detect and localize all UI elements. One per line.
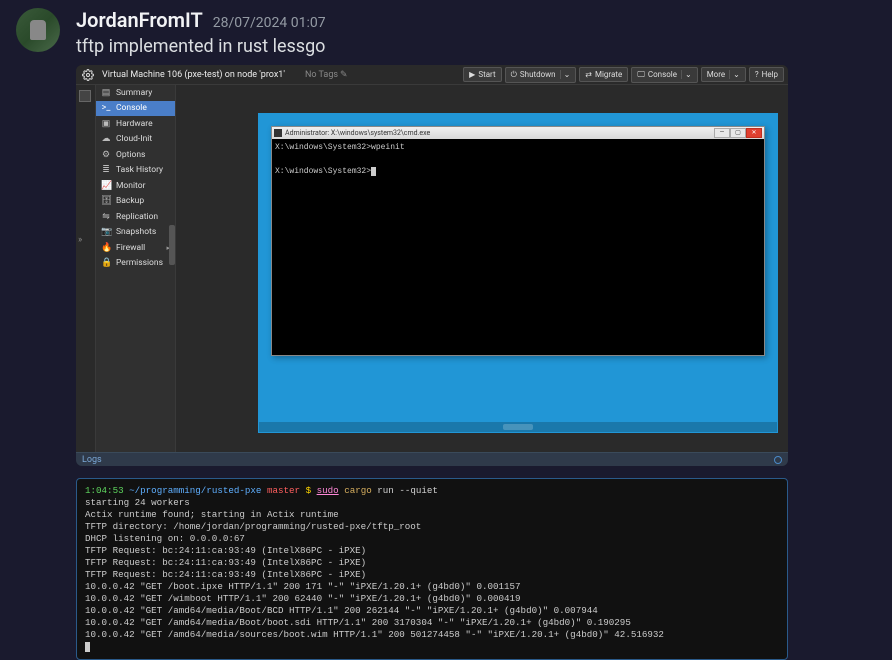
term-dollar: $ bbox=[306, 485, 312, 496]
chart-icon: 📈 bbox=[101, 181, 111, 191]
cmd-icon bbox=[274, 129, 282, 137]
migrate-button[interactable]: ⇄ Migrate bbox=[579, 67, 628, 82]
minimize-button[interactable]: — bbox=[714, 128, 730, 138]
pve-main-panel: Administrator: X:\windows\system32\cmd.e… bbox=[176, 85, 788, 452]
pve-body: » ▤ Summary >_ Console ▣ Hardware ☁ Cloud-Init ⚙… bbox=[76, 85, 788, 452]
term-branch: master bbox=[267, 485, 300, 496]
windows-taskbar[interactable] bbox=[259, 422, 777, 432]
tree-arrow-icon[interactable]: » bbox=[78, 235, 92, 245]
repl-icon: ⇋ bbox=[101, 212, 111, 222]
sidebar-item-cloud-init[interactable]: ☁ Cloud-Init bbox=[96, 132, 175, 148]
attachment-terminal-output[interactable]: 1:04:53 ~/programming/rusted-pxe master … bbox=[76, 478, 788, 659]
sidebar-item-task-history[interactable]: ≣ Task History bbox=[96, 163, 175, 179]
sidebar-item-label: Task History bbox=[116, 165, 163, 175]
sidebar-item-label: Replication bbox=[116, 212, 158, 222]
cmd-output[interactable]: X:\windows\System32>wpeinit X:\windows\S… bbox=[272, 139, 764, 355]
vnc-console[interactable]: Administrator: X:\windows\system32\cmd.e… bbox=[258, 113, 778, 433]
pve-topbar: Virtual Machine 106 (pxe-test) on node '… bbox=[76, 65, 788, 85]
cmd-cursor bbox=[371, 167, 376, 176]
pve-collapse-column: » bbox=[76, 85, 96, 452]
message-content: JordanFromIT 28/07/2024 01:07 tftp imple… bbox=[76, 8, 876, 660]
term-icon: >_ bbox=[101, 103, 111, 113]
sidebar-item-snapshots[interactable]: 📷 Snapshots bbox=[96, 225, 175, 241]
sidebar-item-label: Monitor bbox=[116, 181, 145, 191]
cloud-icon: ☁ bbox=[101, 134, 111, 144]
sidebar-item-label: Summary bbox=[116, 88, 152, 98]
cmd-window: Administrator: X:\windows\system32\cmd.e… bbox=[271, 126, 765, 356]
console-button[interactable]: 🖵 Console⌄ bbox=[631, 67, 698, 83]
vm-tags[interactable]: No Tags ✎ bbox=[305, 70, 348, 80]
vm-title: Virtual Machine 106 (pxe-test) on node '… bbox=[102, 70, 285, 80]
file-icon: ▤ bbox=[101, 88, 111, 98]
avatar[interactable] bbox=[16, 8, 60, 52]
cmd-titlebar[interactable]: Administrator: X:\windows\system32\cmd.e… bbox=[272, 127, 764, 139]
sidebar-item-backup[interactable]: 🗄 Backup bbox=[96, 194, 175, 210]
term-time: 1:04:53 bbox=[85, 485, 124, 496]
pencil-icon[interactable]: ✎ bbox=[340, 70, 348, 80]
help-button[interactable]: ? Help bbox=[749, 67, 784, 82]
logs-circle-icon[interactable] bbox=[774, 456, 782, 464]
snap-icon: 📷 bbox=[101, 227, 111, 237]
start-button[interactable]: ▶ Start bbox=[463, 67, 501, 82]
sidebar-item-label: Console bbox=[116, 103, 147, 113]
term-path: ~/programming/rusted-pxe bbox=[129, 485, 261, 496]
term-cursor bbox=[85, 642, 90, 652]
sidebar-item-summary[interactable]: ▤ Summary bbox=[96, 85, 175, 101]
more-button[interactable]: More⌄ bbox=[701, 67, 746, 82]
message-timestamp: 28/07/2024 01:07 bbox=[213, 15, 326, 31]
shutdown-button[interactable]: ⏻ Shutdown⌄ bbox=[505, 67, 577, 83]
fire-icon: 🔥 bbox=[101, 243, 111, 253]
collapse-toggle[interactable] bbox=[79, 90, 91, 102]
attachment-proxmox-screenshot[interactable]: Virtual Machine 106 (pxe-test) on node '… bbox=[76, 65, 788, 466]
sidebar-item-hardware[interactable]: ▣ Hardware bbox=[96, 116, 175, 132]
list-icon: ≣ bbox=[101, 165, 111, 175]
pve-logs-bar[interactable]: Logs bbox=[76, 452, 788, 466]
cmd-window-title: Administrator: X:\windows\system32\cmd.e… bbox=[285, 129, 430, 137]
message-header: JordanFromIT 28/07/2024 01:07 bbox=[76, 8, 876, 32]
author-name[interactable]: JordanFromIT bbox=[76, 8, 203, 32]
chat-message: JordanFromIT 28/07/2024 01:07 tftp imple… bbox=[0, 0, 892, 660]
term-sudo: sudo bbox=[317, 485, 339, 496]
sidebar-item-label: Firewall bbox=[116, 243, 145, 253]
term-args: run --quiet bbox=[377, 485, 438, 496]
sidebar-item-console[interactable]: >_ Console bbox=[96, 101, 175, 117]
chip-icon: ▣ bbox=[101, 119, 111, 129]
sidebar-item-options[interactable]: ⚙ Options bbox=[96, 147, 175, 163]
sidebar-item-label: Hardware bbox=[116, 119, 153, 129]
sidebar-item-monitor[interactable]: 📈 Monitor bbox=[96, 178, 175, 194]
db-icon: 🗄 bbox=[101, 196, 111, 206]
close-button[interactable]: ✕ bbox=[746, 128, 762, 138]
pve-sidebar: ▤ Summary >_ Console ▣ Hardware ☁ Cloud-Init ⚙ Op… bbox=[96, 85, 176, 452]
message-text: tftp implemented in rust lessgo bbox=[76, 34, 876, 59]
term-cmd: cargo bbox=[344, 485, 372, 496]
sidebar-item-label: Options bbox=[116, 150, 145, 160]
sidebar-item-replication[interactable]: ⇋ Replication bbox=[96, 209, 175, 225]
sidebar-item-label: Snapshots bbox=[116, 227, 156, 237]
sidebar-item-firewall[interactable]: 🔥Firewall▸ bbox=[96, 240, 175, 256]
lock-icon: 🔒 bbox=[101, 258, 111, 268]
gear-icon: ⚙ bbox=[101, 150, 111, 160]
term-log-lines: starting 24 workers Actix runtime found;… bbox=[85, 497, 664, 639]
scrollbar-thumb[interactable] bbox=[169, 225, 175, 265]
sidebar-item-label: Backup bbox=[116, 196, 144, 206]
maximize-button[interactable]: ▢ bbox=[730, 128, 746, 138]
sidebar-item-label: Cloud-Init bbox=[116, 134, 152, 144]
sidebar-item-permissions[interactable]: 🔒 Permissions bbox=[96, 256, 175, 272]
gear-icon[interactable] bbox=[80, 67, 96, 83]
logs-label[interactable]: Logs bbox=[82, 455, 102, 465]
sidebar-item-label: Permissions bbox=[116, 258, 163, 268]
